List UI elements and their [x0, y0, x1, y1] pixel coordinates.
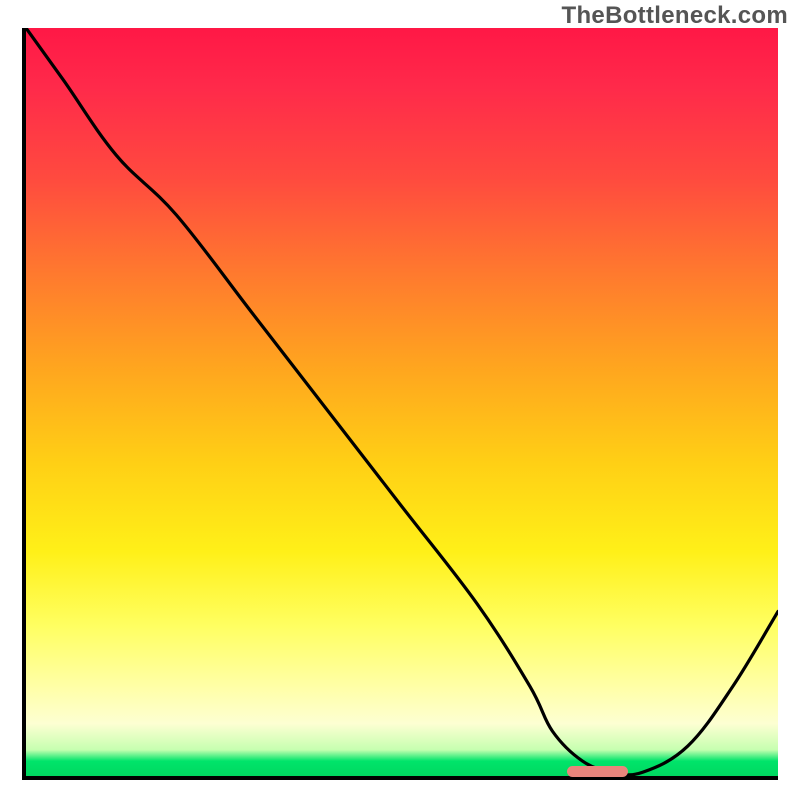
optimal-range-marker — [567, 766, 627, 777]
chart-container: TheBottleneck.com — [0, 0, 800, 800]
plot-area — [22, 28, 778, 780]
bottleneck-curve — [26, 28, 778, 776]
watermark-text: TheBottleneck.com — [562, 2, 788, 30]
